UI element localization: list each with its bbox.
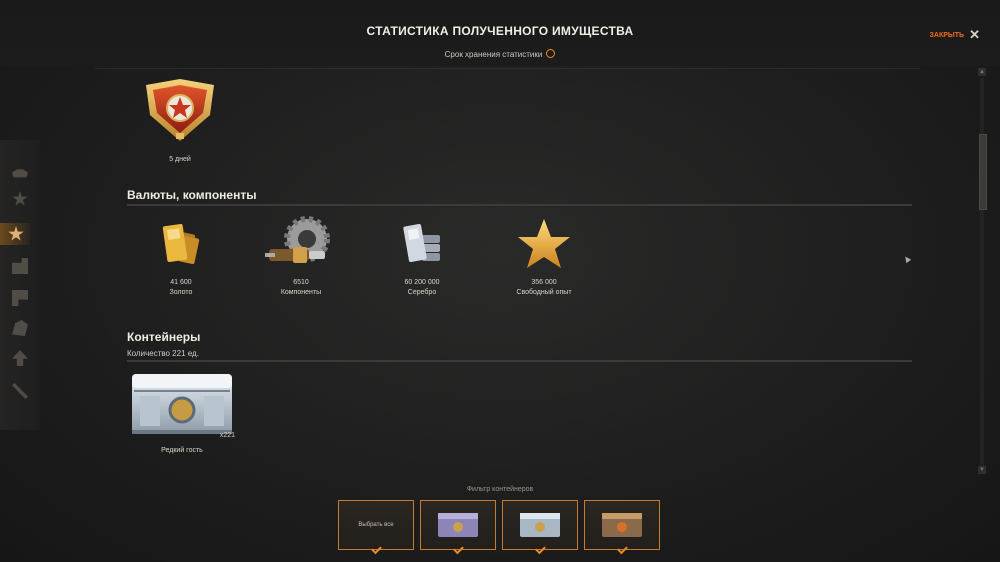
components-icon <box>265 215 331 275</box>
scroll-thumb[interactable] <box>979 134 987 210</box>
page-title: СТАТИСТИКА ПОЛУЧЕННОГО ИМУЩЕСТВА <box>366 24 634 38</box>
steel-crate-icon <box>132 374 232 434</box>
scrollbar[interactable]: ▲ ▼ <box>977 66 987 476</box>
components-value: 6510 <box>293 279 309 286</box>
gold-value: 41 600 <box>170 279 192 286</box>
scroll-up-icon[interactable]: ▲ <box>978 68 986 76</box>
star-badge-icon[interactable] <box>8 188 30 210</box>
silver-label: Серебро <box>407 289 437 296</box>
container-filter: Выбрать все <box>338 500 662 555</box>
bronze-crate-icon <box>602 513 642 537</box>
filter-label: Фильтр контейнеров <box>466 486 534 493</box>
crew-icon[interactable] <box>8 317 30 339</box>
storage-period-label: Срок хранения статистики <box>444 50 543 59</box>
currency-item-silver: 60 200 000 Серебро <box>382 215 462 296</box>
filter-select-all-button[interactable]: Выбрать все <box>338 500 414 555</box>
scroll-down-icon[interactable]: ▼ <box>978 466 986 474</box>
free-xp-label: Свободный опыт <box>516 289 572 296</box>
purple-crate-icon <box>438 513 478 537</box>
sidebar <box>0 140 40 430</box>
premium-account-item: 5 дней <box>140 75 220 163</box>
tools-icon[interactable] <box>8 380 30 402</box>
flag-icon[interactable] <box>8 287 30 309</box>
filter-steel-crate-button[interactable] <box>502 500 578 555</box>
clock-icon[interactable] <box>546 49 556 59</box>
close-icon: ✕ <box>969 27 980 42</box>
steel-crate-icon <box>520 513 560 537</box>
currencies-divider <box>127 204 912 206</box>
select-all-label: Выбрать все <box>358 522 394 528</box>
premium-medal-icon <box>146 79 214 141</box>
header: СТАТИСТИКА ПОЛУЧЕННОГО ИМУЩЕСТВА Срок хр… <box>0 0 1000 66</box>
close-label: ЗАКРЫТЬ <box>929 31 965 39</box>
container-name: Редкий гость <box>161 447 203 454</box>
containers-count: Количество 221 ед. <box>127 349 199 358</box>
components-label: Компоненты <box>280 289 322 296</box>
close-button[interactable]: ЗАКРЫТЬ ✕ <box>929 27 980 42</box>
container-item-rare-guest[interactable]: x221 Редкий гость <box>127 370 237 454</box>
gold-label: Золото <box>169 289 193 296</box>
storage-period: Срок хранения статистики <box>0 49 1000 59</box>
star-icon <box>514 215 574 275</box>
currency-item-gold: 41 600 Золото <box>141 215 221 296</box>
containers-divider <box>127 360 912 362</box>
currencies-title: Валюты, компоненты <box>127 188 257 202</box>
container-count: x221 <box>219 432 235 439</box>
sidebar-item-premium[interactable] <box>0 223 34 245</box>
silver-value: 60 200 000 <box>404 279 440 286</box>
premium-caption: 5 дней <box>169 156 191 163</box>
silver-bars-icon <box>392 215 452 275</box>
arrow-up-icon[interactable] <box>8 347 30 369</box>
filter-bronze-crate-button[interactable] <box>584 500 660 555</box>
containers-title: Контейнеры <box>127 330 201 344</box>
free-xp-value: 356 000 <box>531 279 557 286</box>
gold-bars-icon <box>151 215 211 275</box>
currency-item-components: 6510 Компоненты <box>261 215 341 296</box>
currency-item-free-xp: 356 000 Свободный опыт <box>504 215 584 296</box>
vehicles-icon[interactable] <box>8 255 30 277</box>
content-area: 5 дней Валюты, компоненты 41 600 Золото <box>95 70 920 475</box>
filter-purple-crate-button[interactable] <box>420 500 496 555</box>
header-divider <box>95 68 920 69</box>
tank-icon[interactable] <box>8 160 30 182</box>
